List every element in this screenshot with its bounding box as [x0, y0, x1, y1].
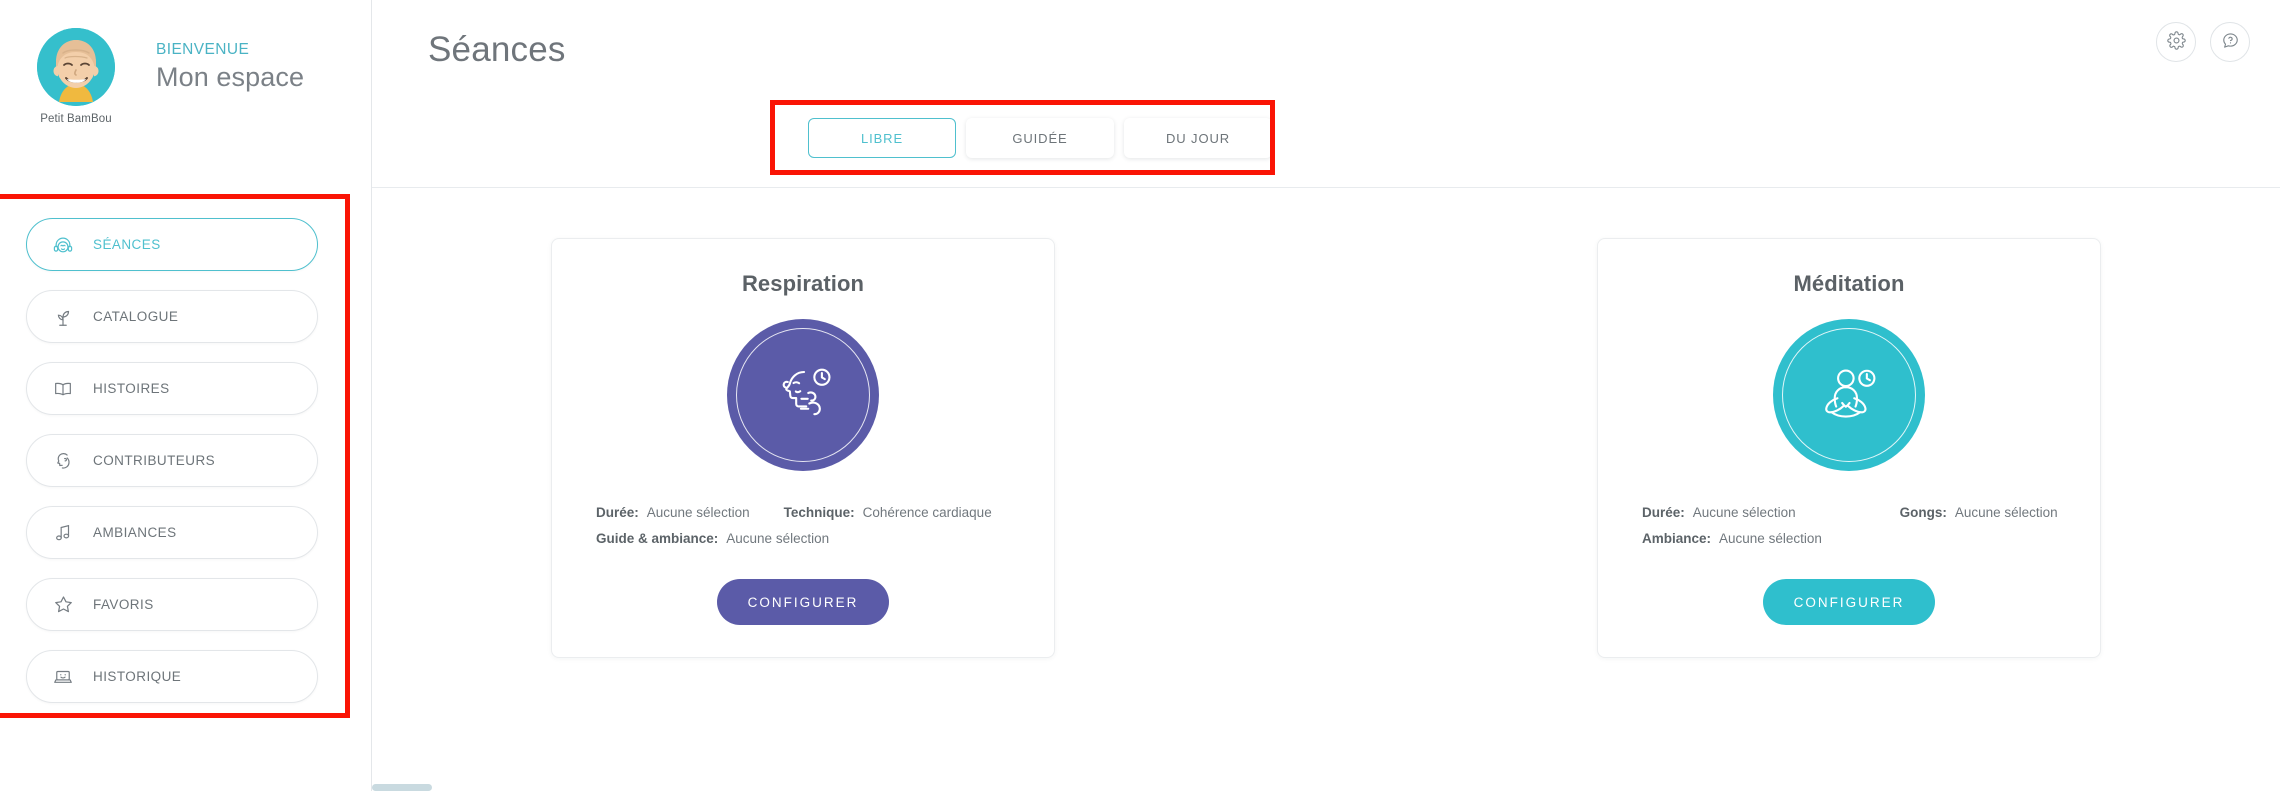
sidebar-item-label: HISTORIQUE: [93, 669, 182, 684]
card-badge: [1773, 319, 1925, 471]
meta-value: Cohérence cardiaque: [862, 505, 992, 520]
card-meditation: Méditation Durée: Aucune sélection Gongs…: [1597, 238, 2101, 658]
meta-value: Aucune sélection: [1954, 505, 2058, 520]
head-speech-icon: [49, 447, 77, 475]
meta-key: Technique:: [783, 505, 855, 520]
meta-row: Durée: Aucune sélection Gongs: Aucune sé…: [1642, 505, 2058, 520]
sidebar-item-label: CATALOGUE: [93, 309, 179, 324]
book-icon: [49, 375, 77, 403]
meta-key: Ambiance:: [1642, 531, 1712, 546]
meta-pair: Ambiance: Aucune sélection: [1642, 531, 1822, 546]
meta-value: Aucune sélection: [1719, 531, 1822, 546]
meta-pair: Guide & ambiance: Aucune sélection: [596, 531, 829, 546]
session-cards: Respiration Durée: Aucune sélection Tech…: [372, 188, 2280, 658]
lotus-clock-icon: [1807, 351, 1891, 440]
meta-key: Gongs:: [1899, 505, 1947, 520]
tab-du-jour[interactable]: DU JOUR: [1124, 118, 1272, 158]
page-title: Séances: [428, 30, 566, 69]
card-meta: Durée: Aucune sélection Gongs: Aucune sé…: [1598, 505, 2100, 557]
card-respiration: Respiration Durée: Aucune sélection Tech…: [551, 238, 1055, 658]
help-button[interactable]: [2210, 22, 2250, 62]
sidebar-item-catalogue[interactable]: CATALOGUE: [26, 290, 318, 343]
settings-button[interactable]: [2156, 22, 2196, 62]
star-icon: [49, 591, 77, 619]
meta-key: Durée:: [596, 505, 639, 520]
breathing-face-clock-icon: [761, 351, 845, 440]
meta-pair: Durée: Aucune sélection: [1642, 505, 1796, 520]
sidebar-item-label: HISTOIRES: [93, 381, 170, 396]
card-badge: [727, 319, 879, 471]
meta-value: Aucune sélection: [646, 505, 750, 520]
meta-value: Aucune sélection: [1692, 505, 1796, 520]
sidebar-nav: SÉANCES CATALOGUE HISTOIRES CONTRIBUTEUR…: [26, 218, 318, 722]
tab-guidee[interactable]: GUIDÉE: [966, 118, 1114, 158]
card-title: Respiration: [741, 271, 865, 296]
tab-libre[interactable]: LIBRE: [808, 118, 956, 158]
configure-button-respiration[interactable]: CONFIGURER: [717, 579, 889, 625]
avatar-label: Petit BamBou: [40, 113, 112, 125]
music-note-icon: [49, 519, 77, 547]
sidebar-item-histoires[interactable]: HISTOIRES: [26, 362, 318, 415]
header-actions: [2156, 22, 2250, 62]
sidebar-item-historique[interactable]: HISTORIQUE: [26, 650, 318, 703]
sidebar-item-label: CONTRIBUTEURS: [93, 453, 216, 468]
meta-pair: Gongs: Aucune sélection: [1900, 505, 2058, 520]
welcome-kicker: BIENVENUE: [156, 41, 250, 58]
card-title: Méditation: [1793, 271, 1905, 296]
sidebar-item-label: SÉANCES: [93, 237, 161, 252]
avatar[interactable]: [37, 28, 115, 106]
configure-button-meditation[interactable]: CONFIGURER: [1763, 579, 1935, 625]
meta-key: Guide & ambiance:: [596, 531, 719, 546]
tab-bar: LIBRE GUIDÉE DU JOUR: [808, 118, 1272, 158]
sidebar-item-seances[interactable]: SÉANCES: [26, 218, 318, 271]
app-root: Petit BamBou BIENVENUE Mon espace SÉANCE…: [0, 0, 2280, 791]
meta-row: Ambiance: Aucune sélection: [1642, 531, 2056, 546]
sidebar-item-ambiances[interactable]: AMBIANCES: [26, 506, 318, 559]
sidebar: Petit BamBou BIENVENUE Mon espace SÉANCE…: [0, 0, 372, 791]
avatar-wrap: Petit BamBou: [28, 28, 124, 125]
page-header: Séances LIBRE GUIDÉE DU JOUR: [372, 0, 2280, 188]
meta-row: Durée: Aucune sélection Technique: Cohér…: [596, 505, 1010, 520]
sidebar-item-label: FAVORIS: [93, 597, 154, 612]
card-meta: Durée: Aucune sélection Technique: Cohér…: [552, 505, 1054, 557]
headphones-icon: [49, 231, 77, 259]
profile-block: Petit BamBou BIENVENUE Mon espace: [0, 0, 371, 125]
welcome-block: BIENVENUE Mon espace: [156, 28, 304, 93]
meta-pair: Technique: Cohérence cardiaque: [784, 505, 992, 520]
meta-key: Durée:: [1642, 505, 1685, 520]
welcome-title: Mon espace: [156, 62, 305, 92]
meta-value: Aucune sélection: [726, 531, 830, 546]
plant-icon: [49, 303, 77, 331]
sidebar-item-favoris[interactable]: FAVORIS: [26, 578, 318, 631]
horizontal-scrollbar[interactable]: [372, 784, 432, 791]
help-icon: [2221, 31, 2240, 53]
sidebar-item-contributeurs[interactable]: CONTRIBUTEURS: [26, 434, 318, 487]
laptop-icon: [49, 663, 77, 691]
main-content: Séances LIBRE GUIDÉE DU JOUR Respiration…: [372, 0, 2280, 791]
gear-icon: [2166, 31, 2186, 53]
sidebar-item-label: AMBIANCES: [93, 525, 177, 540]
meta-pair: Durée: Aucune sélection: [596, 505, 750, 520]
meta-row: Guide & ambiance: Aucune sélection: [596, 531, 1010, 546]
